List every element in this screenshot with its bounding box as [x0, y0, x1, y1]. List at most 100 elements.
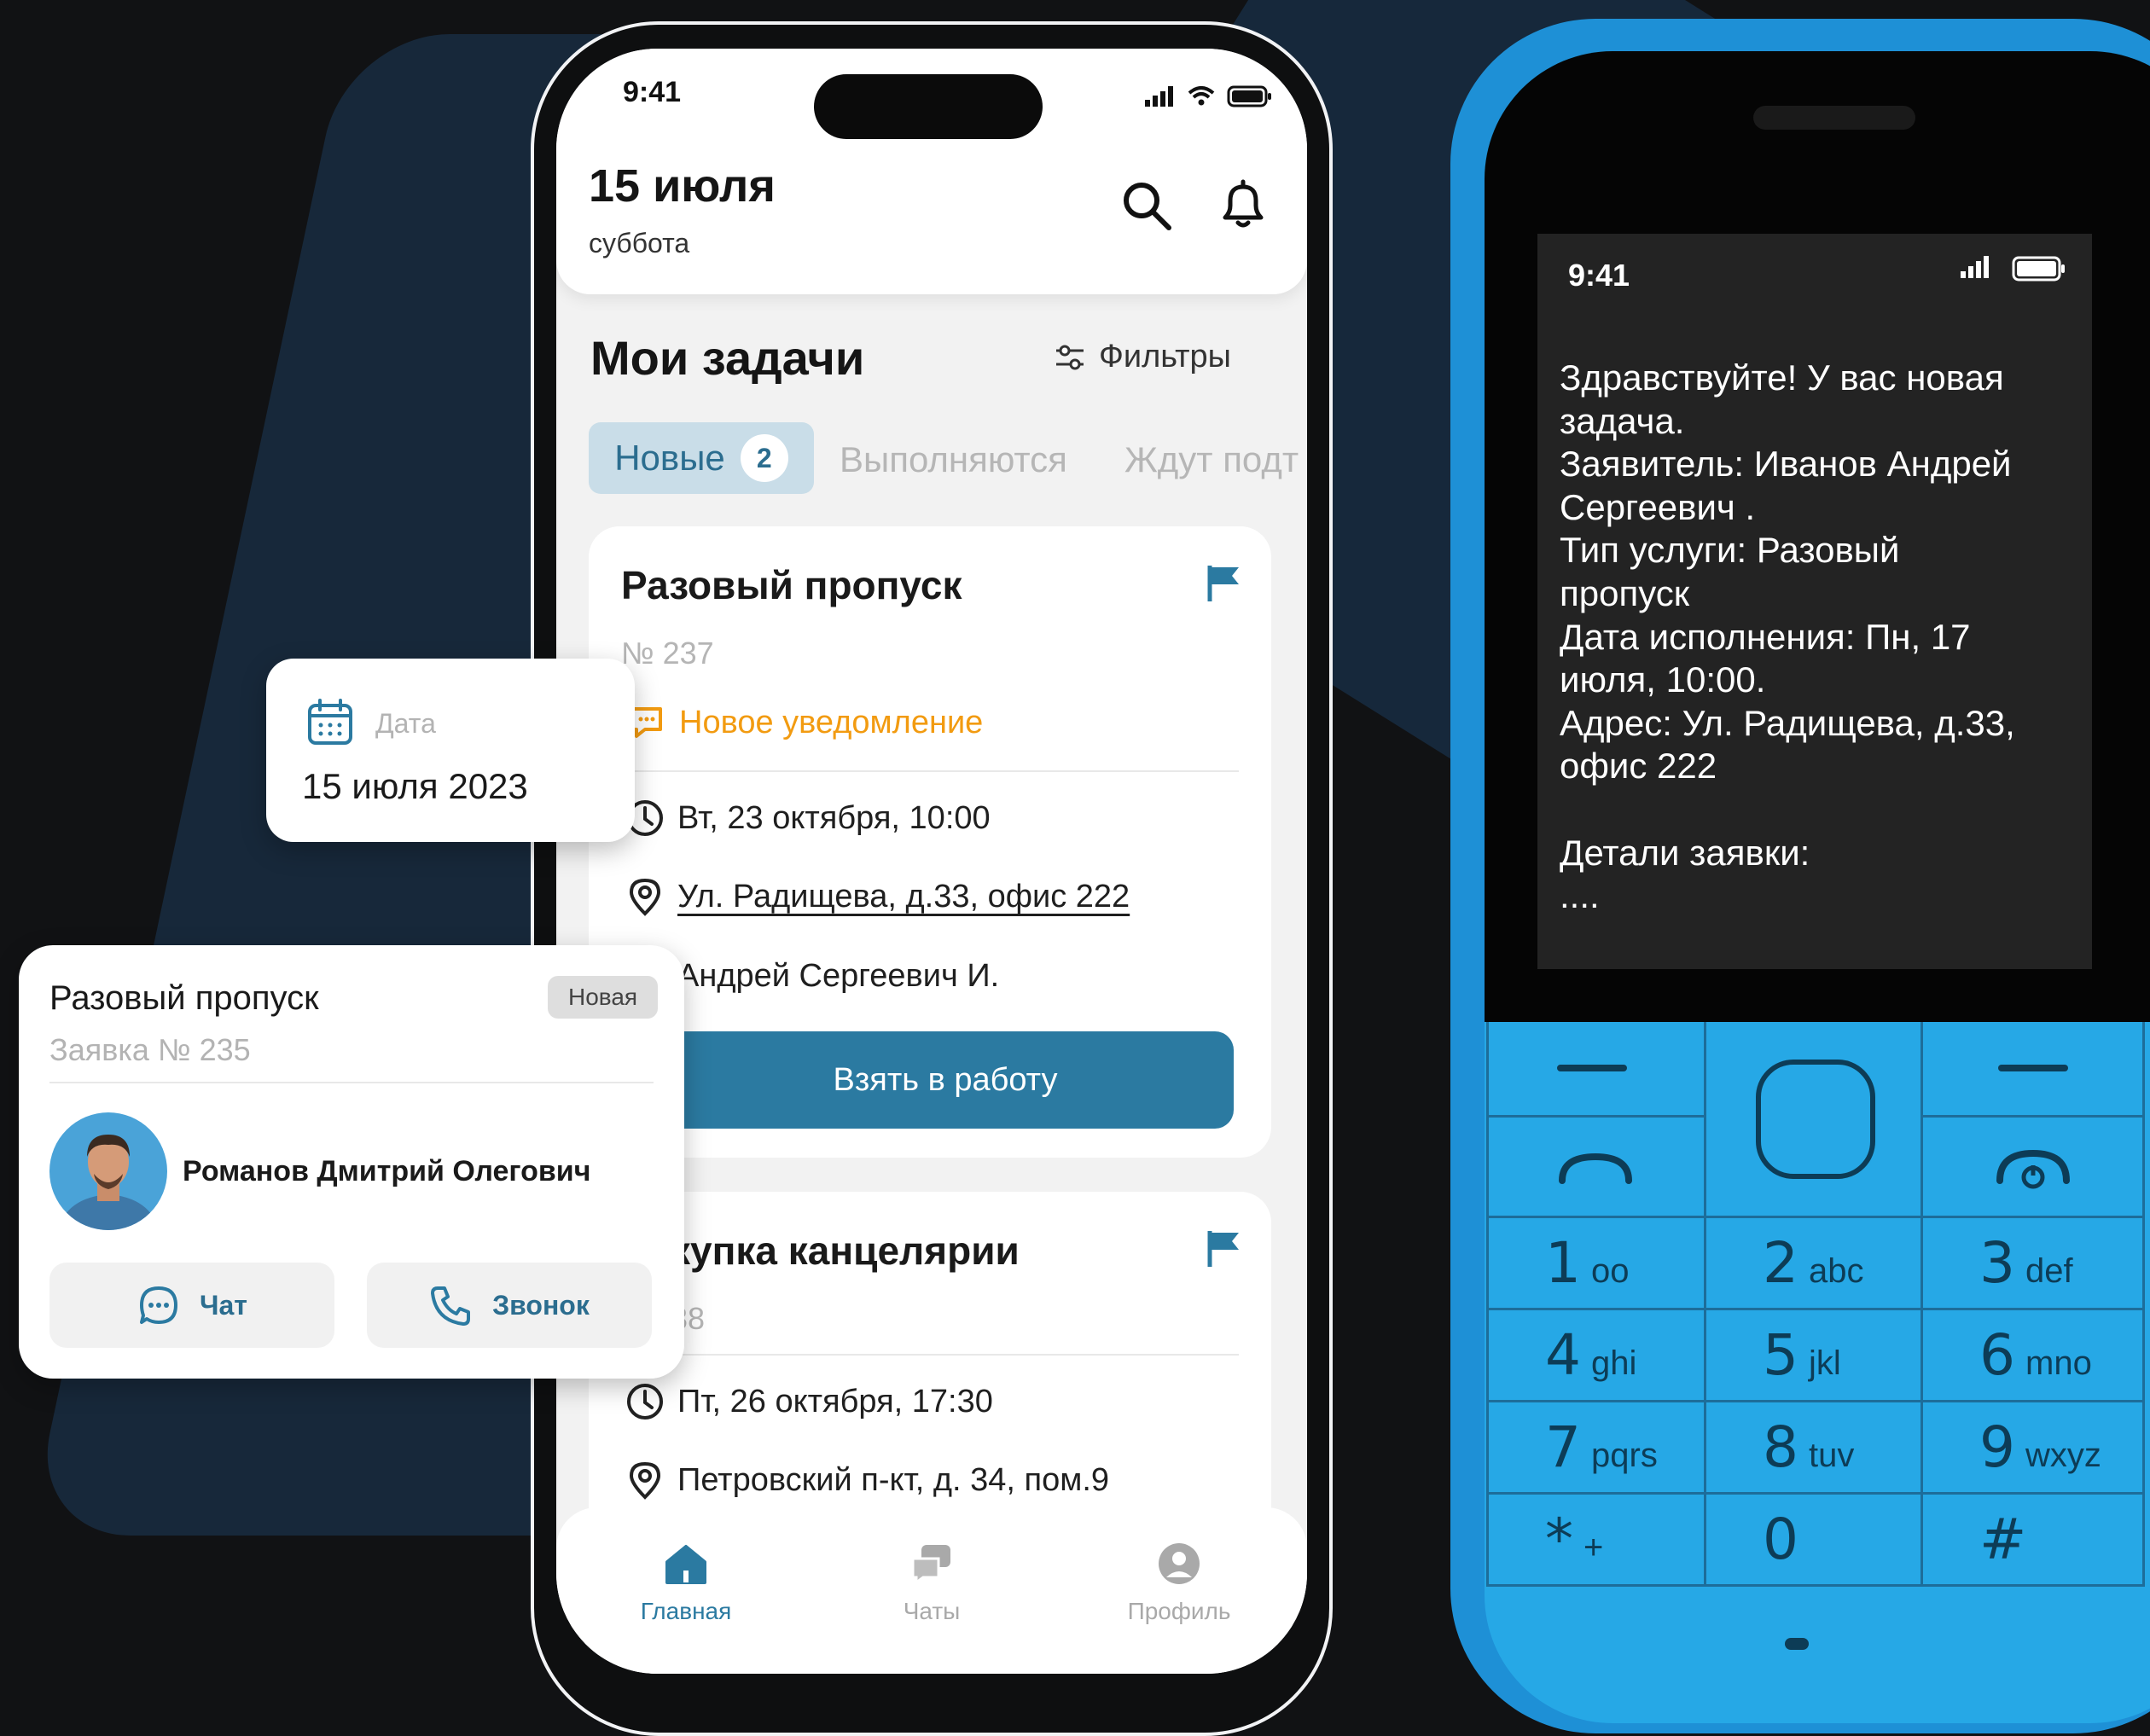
- person-name: Романов Дмитрий Олегович: [183, 1155, 591, 1187]
- date-label: Дата: [375, 708, 436, 739]
- nav-profile[interactable]: Профиль: [1085, 1540, 1273, 1625]
- key-5[interactable]: 5 jkl: [1706, 1310, 1923, 1402]
- key-letters: jkl: [1809, 1344, 1841, 1382]
- key-number: #: [1979, 1507, 2027, 1572]
- tab-new[interactable]: Новые 2: [589, 422, 814, 494]
- key-9[interactable]: 9 wxyz: [1923, 1402, 2145, 1495]
- chat-icon: [140, 1286, 178, 1324]
- left-softkey[interactable]: [1486, 1022, 1706, 1118]
- home-icon: [665, 1545, 706, 1584]
- key-star[interactable]: * +: [1486, 1495, 1706, 1587]
- chat-label: Чат: [200, 1289, 247, 1321]
- notification-text: Новое уведомление: [679, 704, 984, 740]
- call-button[interactable]: Звонок: [367, 1263, 652, 1348]
- filters-label: Фильтры: [1099, 339, 1231, 374]
- key-letters: ghi: [1591, 1344, 1637, 1382]
- address-row[interactable]: Петровский п-кт, д. 34, пом.9: [625, 1460, 1109, 1501]
- earpiece: [1753, 106, 1915, 130]
- call-key-icon: [1559, 1152, 1632, 1184]
- nav-home[interactable]: Главная: [592, 1540, 780, 1625]
- address-text: Петровский п-кт, д. 34, пом.9: [677, 1461, 1110, 1498]
- key-8[interactable]: 8 tuv: [1706, 1402, 1923, 1495]
- nav-pad[interactable]: [1706, 1022, 1923, 1218]
- nav-profile-label: Профиль: [1127, 1598, 1231, 1624]
- app-header: 9:41 15 июля суббота: [556, 49, 1307, 294]
- task-card[interactable]: Разовый пропуск № 237 Новое уведомление …: [589, 526, 1271, 1158]
- softkey-line: [1998, 1065, 2068, 1071]
- datetime-row: Вт, 23 октября, 10:00: [625, 798, 991, 839]
- divider: [621, 1354, 1239, 1356]
- tab-awaiting[interactable]: Ждут подт: [1124, 439, 1299, 480]
- key-letters: mno: [2025, 1344, 2092, 1382]
- bell-icon[interactable]: [1213, 175, 1273, 235]
- key-number: 0: [1763, 1507, 1798, 1572]
- key-6[interactable]: 6 mno: [1923, 1310, 2145, 1402]
- nav-chats[interactable]: Чаты: [838, 1540, 1026, 1625]
- status-badge: Новая: [548, 976, 659, 1019]
- key-2[interactable]: 2 abc: [1706, 1218, 1923, 1310]
- dynamic-island: [814, 74, 1043, 139]
- request-card[interactable]: Разовый пропуск Новая Заявка № 235 Роман…: [19, 945, 684, 1379]
- key-letters: tuv: [1809, 1437, 1855, 1474]
- card-title: Разовый пропуск: [621, 563, 962, 607]
- calendar-icon: [308, 699, 352, 745]
- take-to-work-button[interactable]: Взять в работу: [657, 1031, 1234, 1129]
- filters-button[interactable]: Фильтры: [1053, 339, 1231, 375]
- location-pin-icon: [629, 878, 661, 916]
- key-letters: wxyz: [2025, 1437, 2101, 1474]
- call-key[interactable]: [1486, 1118, 1706, 1218]
- key-letters: def: [2025, 1252, 2073, 1290]
- tab-new-badge: 2: [740, 434, 788, 482]
- flag-icon[interactable]: [1203, 1228, 1244, 1269]
- softkey-line: [1557, 1065, 1627, 1071]
- address-row[interactable]: Ул. Радищева, д.33, офис 222: [625, 876, 1130, 917]
- clock-icon: [627, 1384, 663, 1420]
- tab-new-label: Новые: [614, 438, 725, 478]
- bottom-navigation: Главная Чаты Профиль: [556, 1507, 1307, 1674]
- end-key[interactable]: [1923, 1118, 2145, 1218]
- request-title: Разовый пропуск: [49, 979, 319, 1017]
- status-icons: [1145, 85, 1271, 107]
- date-value: 15 июля 2023: [302, 766, 528, 806]
- status-time: 9:41: [623, 76, 682, 108]
- power-icon: [1996, 1149, 2070, 1189]
- smartphone-screen: 9:41 15 июля суббота Мои задачи Фильтры …: [556, 49, 1307, 1674]
- status-time: 9:41: [1568, 258, 1630, 293]
- key-number: *: [1545, 1507, 1573, 1572]
- flag-icon[interactable]: [1203, 562, 1244, 603]
- key-letters: pqrs: [1591, 1437, 1658, 1474]
- avatar: [49, 1112, 167, 1230]
- key-0[interactable]: 0: [1706, 1495, 1923, 1587]
- datetime-row: Пт, 26 октября, 17:30: [625, 1381, 993, 1422]
- chat-button[interactable]: Чат: [49, 1263, 334, 1348]
- address-link[interactable]: Ул. Радищева, д.33, офис 222: [677, 879, 1130, 915]
- divider: [49, 1082, 654, 1083]
- key-1[interactable]: 1 oo: [1486, 1218, 1706, 1310]
- datetime-text: Пт, 26 октября, 17:30: [677, 1383, 993, 1420]
- nav-home-label: Главная: [640, 1598, 732, 1624]
- request-number: Заявка № 235: [49, 1032, 251, 1067]
- person-row: Андрей Сергеевич И.: [677, 958, 999, 995]
- key-number: 3: [1979, 1230, 2015, 1296]
- profile-icon: [1159, 1543, 1200, 1584]
- key-3[interactable]: 3 def: [1923, 1218, 2145, 1310]
- feature-phone-screen: 9:41 Здравствуйте! У вас новая задача. З…: [1537, 234, 2092, 969]
- right-softkey[interactable]: [1923, 1022, 2145, 1118]
- key-number: 4: [1545, 1322, 1581, 1388]
- section-title: Мои задачи: [590, 331, 865, 385]
- sms-message: Здравствуйте! У вас новая задача. Заявит…: [1560, 357, 2015, 916]
- key-letters: abc: [1809, 1252, 1864, 1290]
- key-number: 9: [1979, 1414, 2015, 1480]
- card-number: № 237: [621, 636, 714, 671]
- key-number: 2: [1763, 1230, 1798, 1296]
- key-7[interactable]: 7 pqrs: [1486, 1402, 1706, 1495]
- tab-in-progress[interactable]: Выполняются: [840, 439, 1067, 480]
- key-number: 6: [1979, 1322, 2015, 1388]
- key-number: 7: [1545, 1414, 1581, 1480]
- search-icon[interactable]: [1118, 177, 1177, 236]
- nav-pad-button[interactable]: [1756, 1060, 1875, 1179]
- key-4[interactable]: 4 ghi: [1486, 1310, 1706, 1402]
- date-card: Дата 15 июля 2023: [266, 659, 635, 842]
- notification-row[interactable]: Новое уведомление: [626, 702, 983, 743]
- key-hash[interactable]: #: [1923, 1495, 2145, 1587]
